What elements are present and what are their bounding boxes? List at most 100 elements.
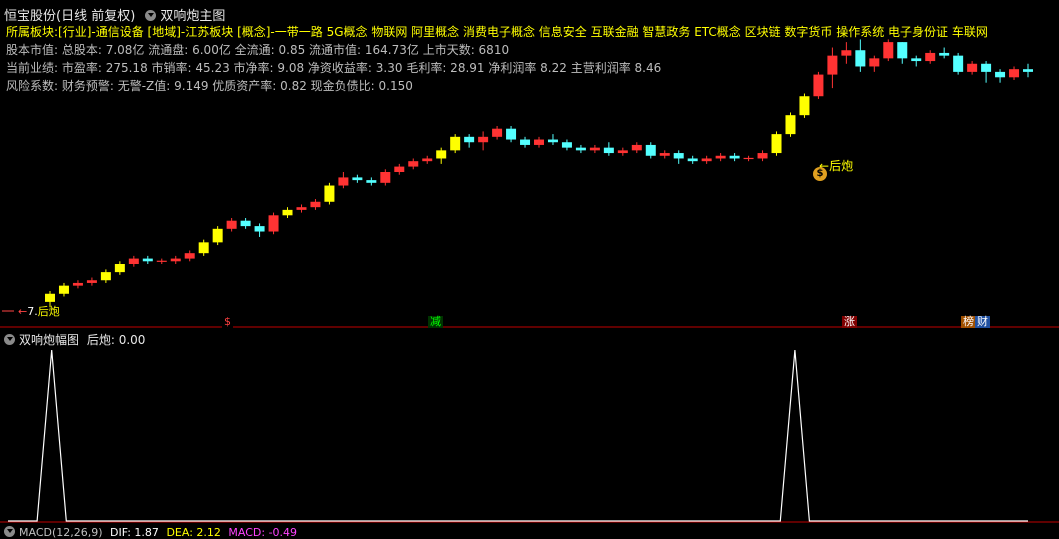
candle-body bbox=[198, 242, 209, 254]
candle-body bbox=[659, 153, 670, 156]
candle-body bbox=[324, 185, 335, 202]
candle-body bbox=[506, 128, 517, 140]
macd-dea: DEA: 2.12 bbox=[166, 526, 221, 539]
candle-body bbox=[492, 128, 503, 137]
candle-body bbox=[575, 147, 586, 151]
candle-body bbox=[534, 139, 544, 145]
candle-body bbox=[897, 42, 908, 59]
event-marker-board[interactable]: 榜 bbox=[961, 316, 976, 328]
candle-body bbox=[268, 215, 279, 232]
candle-body bbox=[603, 147, 614, 154]
candle-body bbox=[520, 139, 531, 145]
candle-body bbox=[184, 253, 195, 259]
macd-collapse-circle-icon[interactable] bbox=[4, 526, 15, 537]
candle-body bbox=[436, 150, 447, 159]
candle-body bbox=[422, 158, 433, 162]
candle-body bbox=[310, 201, 321, 208]
candle-body bbox=[841, 50, 852, 56]
candle-body bbox=[561, 142, 572, 148]
candle-body bbox=[394, 166, 405, 172]
candle-body bbox=[170, 258, 181, 262]
left-arrow-icon: ← bbox=[18, 305, 28, 318]
right-signal-label: 后炮 bbox=[829, 159, 854, 173]
candle-body bbox=[967, 63, 978, 72]
event-marker-rise[interactable]: 涨 bbox=[842, 316, 857, 328]
sub-panel-indicator: 后炮: 0.00 bbox=[86, 333, 146, 347]
candle-body bbox=[701, 158, 712, 162]
candle-body bbox=[715, 155, 726, 159]
candle-body bbox=[743, 157, 754, 160]
candle-body bbox=[995, 71, 1006, 78]
signal-line bbox=[8, 349, 1028, 522]
sub-collapse-circle-icon[interactable] bbox=[4, 334, 15, 345]
candle-body bbox=[813, 74, 824, 97]
info-risk: 风险系数: 财务预警: 无警-Z值: 9.149 优质资产率: 0.82 现金负… bbox=[6, 79, 413, 93]
sub-panel-header: 双响炮幅图 后炮: 0.00 bbox=[4, 331, 145, 348]
candle-body bbox=[380, 172, 391, 183]
macd-dif: DIF: 1.87 bbox=[110, 526, 159, 539]
collapse-circle-icon[interactable] bbox=[145, 10, 157, 21]
candle-body bbox=[883, 42, 894, 59]
candle-body bbox=[617, 150, 628, 154]
candle-body bbox=[156, 260, 167, 262]
candle-body bbox=[296, 207, 307, 210]
event-marker-reduce[interactable]: 减 bbox=[428, 316, 443, 328]
left-signal-annotation: ←7.后炮 bbox=[18, 303, 60, 319]
candle-body bbox=[981, 63, 992, 72]
candle-body bbox=[128, 258, 139, 264]
event-marker-dollar[interactable]: $ bbox=[222, 316, 233, 328]
candle-body bbox=[450, 136, 461, 151]
info-performance: 当前业绩: 市盈率: 275.18 市销率: 45.23 市净率: 9.08 净… bbox=[6, 61, 662, 75]
candle-body bbox=[254, 226, 265, 232]
candle-body bbox=[589, 147, 600, 151]
candle-body bbox=[72, 282, 83, 286]
candle-body bbox=[58, 285, 69, 294]
main-panel-title: 双响炮主图 bbox=[160, 9, 226, 24]
candle-body bbox=[478, 136, 489, 143]
macd-header: MACD(12,26,9) DIF: 1.87 DEA: 2.12 MACD: … bbox=[4, 526, 297, 539]
sub-panel-title: 双响炮幅图 bbox=[19, 333, 80, 347]
left-signal-label: 后炮 bbox=[37, 305, 60, 318]
candle-body bbox=[925, 52, 936, 62]
left-signal-value: 7. bbox=[27, 305, 38, 318]
candle-body bbox=[226, 220, 237, 229]
candle-body bbox=[45, 293, 55, 302]
money-bag-icon[interactable]: $ bbox=[813, 167, 827, 181]
info-capital: 股本市值: 总股本: 7.08亿 流通盘: 6.00亿 全流通: 0.85 流通… bbox=[6, 43, 510, 57]
candle-body bbox=[645, 144, 656, 156]
sector-text: [行业]-通信设备 [地域]-江苏板块 [概念]-一带一路 5G概念 物联网 阿… bbox=[58, 25, 988, 39]
candle-body bbox=[757, 153, 768, 159]
candle-body bbox=[799, 96, 810, 116]
candle-body bbox=[687, 158, 698, 162]
macd-label: MACD(12,26,9) bbox=[19, 526, 103, 539]
candle-body bbox=[142, 258, 153, 262]
candle-body bbox=[240, 220, 251, 227]
candle-body bbox=[1009, 69, 1020, 78]
candle-body bbox=[352, 177, 363, 181]
candle-body bbox=[100, 272, 111, 281]
candle-body bbox=[827, 55, 838, 75]
candle-body bbox=[729, 155, 740, 159]
candle-body bbox=[282, 209, 293, 216]
candle-body bbox=[855, 50, 866, 67]
macd-value: MACD: -0.49 bbox=[228, 526, 298, 539]
stock-title: 恒宝股份(日线 前复权) bbox=[4, 9, 136, 24]
candle-body bbox=[212, 228, 223, 243]
candle-body bbox=[939, 52, 950, 56]
candle-body bbox=[673, 153, 684, 159]
candle-body bbox=[1023, 69, 1033, 72]
title-bar: 恒宝股份(日线 前复权) 双响炮主图 bbox=[4, 5, 225, 24]
candle-body bbox=[953, 55, 964, 72]
candle-body bbox=[114, 264, 125, 273]
candle-body bbox=[911, 58, 922, 62]
candle-body bbox=[408, 161, 419, 167]
candle-body bbox=[547, 139, 558, 143]
candle-body bbox=[771, 134, 782, 154]
event-marker-finance[interactable]: 财 bbox=[975, 316, 990, 328]
candle-body bbox=[86, 280, 97, 283]
candle-body bbox=[785, 115, 796, 135]
sector-line: 所属板块:[行业]-通信设备 [地域]-江苏板块 [概念]-一带一路 5G概念 … bbox=[6, 24, 988, 40]
candle-body bbox=[631, 144, 642, 151]
candle-body bbox=[338, 177, 349, 186]
candle-body bbox=[464, 136, 475, 143]
